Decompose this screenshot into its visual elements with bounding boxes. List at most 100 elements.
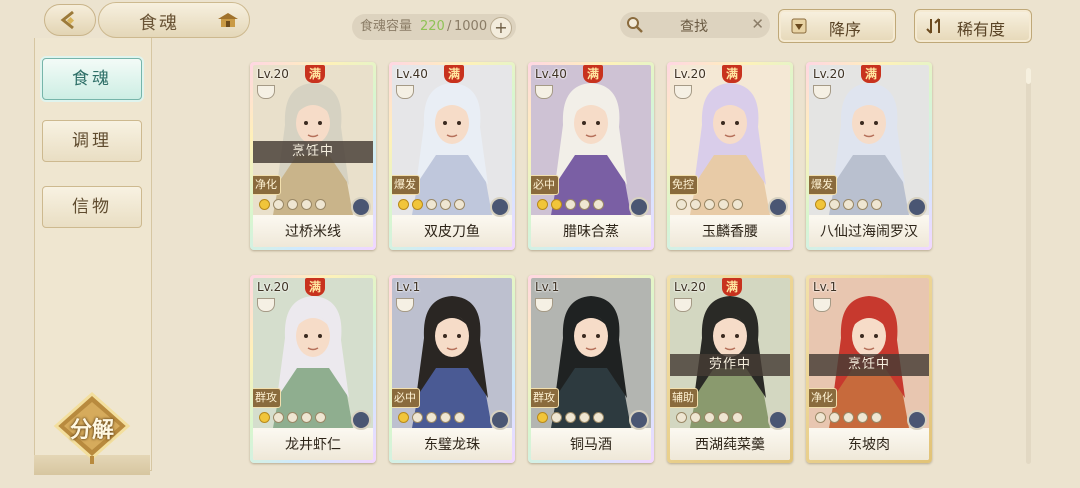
star-icon bbox=[301, 412, 312, 423]
bowl-icon bbox=[396, 85, 414, 99]
tab-shihun[interactable]: 食魂 bbox=[42, 58, 142, 100]
role-badge: 辅助 bbox=[670, 388, 698, 408]
bowl-icon bbox=[257, 85, 275, 99]
rarity-sort-button[interactable]: 稀有度 bbox=[914, 9, 1032, 43]
max-level-badge: 满 bbox=[305, 278, 325, 296]
card-name: 双皮刀鱼 bbox=[392, 217, 512, 247]
star-icon bbox=[829, 199, 840, 210]
card-level: Lv.40 bbox=[396, 67, 428, 81]
star-rating bbox=[676, 412, 743, 426]
food-soul-card[interactable]: Lv.1 必中 东璧龙珠 bbox=[389, 275, 515, 463]
bowl-icon bbox=[674, 85, 692, 99]
star-icon bbox=[843, 412, 854, 423]
star-icon bbox=[690, 199, 701, 210]
card-name: 铜马酒 bbox=[531, 430, 651, 460]
star-rating bbox=[259, 199, 326, 213]
pavilion-icon[interactable] bbox=[217, 11, 239, 29]
element-icon bbox=[490, 197, 510, 217]
tab-xinwu[interactable]: 信物 bbox=[42, 186, 142, 228]
card-name: 龙井虾仁 bbox=[253, 430, 373, 460]
food-soul-card[interactable]: Lv.1 烹饪中 净化 东坡肉 bbox=[806, 275, 932, 463]
page-title-tab: 食魂 bbox=[98, 2, 250, 38]
clear-search-icon[interactable]: ✕ bbox=[751, 15, 764, 33]
sort-toggle-icon bbox=[926, 18, 940, 34]
food-soul-card[interactable]: Lv.40 满爆发双皮刀鱼 bbox=[389, 62, 515, 250]
back-button[interactable] bbox=[44, 4, 96, 36]
card-level: Lv.20 bbox=[674, 280, 706, 294]
bowl-icon bbox=[813, 85, 831, 99]
star-icon bbox=[551, 199, 562, 210]
bowl-icon bbox=[813, 298, 831, 312]
add-capacity-button[interactable]: + bbox=[490, 17, 512, 39]
role-badge: 爆发 bbox=[392, 175, 420, 195]
card-level: Lv.1 bbox=[813, 280, 838, 294]
element-icon bbox=[768, 410, 788, 430]
star-icon bbox=[398, 199, 409, 210]
food-soul-card[interactable]: Lv.20 满群攻 龙井虾仁 bbox=[250, 275, 376, 463]
sort-descending-icon bbox=[791, 18, 807, 34]
food-soul-card[interactable]: Lv.20 满免控 玉麟香腰 bbox=[667, 62, 793, 250]
decompose-button[interactable]: 分解 bbox=[52, 392, 132, 464]
search-box[interactable]: 查找 ✕ bbox=[620, 12, 770, 38]
search-input[interactable]: 查找 bbox=[680, 16, 708, 36]
star-icon bbox=[718, 412, 729, 423]
sort-order-button[interactable]: 降序 bbox=[778, 9, 896, 43]
card-body: Lv.1 烹饪中 净化 东坡肉 bbox=[809, 278, 929, 460]
star-icon bbox=[732, 199, 743, 210]
bowl-icon bbox=[535, 298, 553, 312]
card-body: Lv.20 满免控 玉麟香腰 bbox=[670, 65, 790, 247]
rarity-sort-label: 稀有度 bbox=[957, 20, 1006, 39]
food-soul-card[interactable]: Lv.40 满必中 腊味合蒸 bbox=[528, 62, 654, 250]
card-body: Lv.20 满劳作中 辅助 西湖莼菜羹 bbox=[670, 278, 790, 460]
role-badge: 群攻 bbox=[531, 388, 559, 408]
star-icon bbox=[440, 412, 451, 423]
star-rating bbox=[398, 199, 465, 213]
star-icon bbox=[704, 412, 715, 423]
role-badge: 爆发 bbox=[809, 175, 837, 195]
element-icon bbox=[907, 197, 927, 217]
card-body: Lv.20 满爆发 八仙过海闹罗汉 bbox=[809, 65, 929, 247]
role-badge: 必中 bbox=[392, 388, 420, 408]
card-level: Lv.20 bbox=[813, 67, 845, 81]
max-level-badge: 满 bbox=[722, 278, 742, 296]
bowl-icon bbox=[674, 298, 692, 312]
food-soul-card[interactable]: Lv.1 群攻 铜马酒 bbox=[528, 275, 654, 463]
tab-tiaoli[interactable]: 调理 bbox=[42, 120, 142, 162]
star-icon bbox=[273, 412, 284, 423]
star-icon bbox=[454, 412, 465, 423]
star-rating bbox=[815, 412, 882, 426]
food-soul-card[interactable]: Lv.20 满劳作中 辅助 西湖莼菜羹 bbox=[667, 275, 793, 463]
star-icon bbox=[718, 199, 729, 210]
star-icon bbox=[579, 412, 590, 423]
capacity-current: 220 bbox=[420, 19, 445, 34]
star-rating bbox=[676, 199, 743, 213]
food-soul-card[interactable]: Lv.20 满烹饪中 净化 过桥米线 bbox=[250, 62, 376, 250]
star-rating bbox=[398, 412, 465, 426]
star-icon bbox=[426, 199, 437, 210]
star-icon bbox=[426, 412, 437, 423]
star-icon bbox=[315, 412, 326, 423]
star-icon bbox=[273, 199, 284, 210]
element-icon bbox=[768, 197, 788, 217]
max-level-badge: 满 bbox=[444, 65, 464, 83]
star-icon bbox=[676, 412, 687, 423]
grid-scrollbar[interactable] bbox=[1026, 68, 1031, 464]
star-rating bbox=[259, 412, 326, 426]
star-icon bbox=[315, 199, 326, 210]
star-icon bbox=[259, 412, 270, 423]
element-icon bbox=[351, 410, 371, 430]
star-rating bbox=[537, 199, 604, 213]
food-soul-card[interactable]: Lv.20 满爆发 八仙过海闹罗汉 bbox=[806, 62, 932, 250]
search-icon bbox=[627, 17, 643, 33]
star-icon bbox=[843, 199, 854, 210]
star-icon bbox=[676, 199, 687, 210]
bowl-icon bbox=[257, 298, 275, 312]
star-icon bbox=[537, 412, 548, 423]
star-icon bbox=[287, 412, 298, 423]
bowl-icon bbox=[396, 298, 414, 312]
star-icon bbox=[871, 412, 882, 423]
scrollbar-thumb[interactable] bbox=[1026, 68, 1031, 84]
card-name: 玉麟香腰 bbox=[670, 217, 790, 247]
card-status: 烹饪中 bbox=[253, 141, 373, 163]
star-icon bbox=[565, 412, 576, 423]
